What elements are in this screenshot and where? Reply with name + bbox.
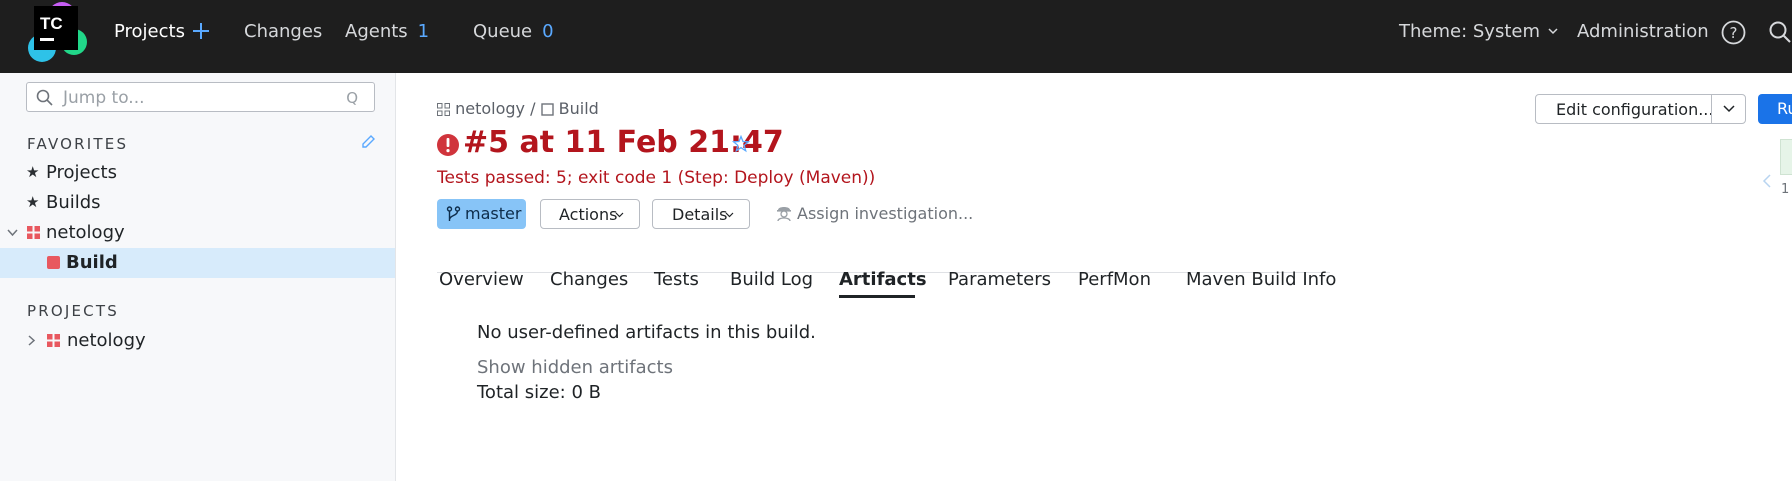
breadcrumb: netology / Build: [437, 99, 599, 118]
error-icon: [437, 134, 459, 156]
jump-to-placeholder: Jump to...: [63, 88, 145, 108]
nav-agents[interactable]: Agents 1: [345, 21, 429, 42]
build-time-mini-chart[interactable]: [1780, 139, 1792, 175]
chevron-left-icon[interactable]: [1762, 174, 1772, 188]
tab-build-log[interactable]: Build Log: [730, 269, 813, 290]
tab-tests[interactable]: Tests: [654, 269, 699, 290]
edit-configuration-button[interactable]: Edit configuration...: [1535, 94, 1714, 124]
details-label: Details: [672, 205, 728, 224]
run-button[interactable]: Ru: [1758, 94, 1792, 124]
nav-queue-label: Queue: [473, 21, 533, 42]
chevron-down-icon: [725, 212, 734, 218]
build-config-icon: [47, 256, 60, 269]
theme-selector[interactable]: Theme: System: [1399, 21, 1558, 42]
breadcrumb-separator: /: [530, 99, 536, 118]
tab-perfmon[interactable]: PerfMon: [1078, 269, 1151, 290]
project-icon: [47, 334, 60, 347]
tab-changes[interactable]: Changes: [550, 269, 628, 290]
projects-title: PROJECTS: [27, 302, 119, 320]
edit-configuration-label: Edit configuration...: [1556, 100, 1714, 119]
artifacts-total-size: Total size: 0 B: [477, 382, 601, 403]
tab-artifacts[interactable]: Artifacts: [839, 269, 927, 290]
jump-to-search-input[interactable]: Jump to... Q: [26, 82, 375, 112]
branch-badge[interactable]: master: [437, 199, 526, 229]
nav-projects[interactable]: Projects: [114, 21, 185, 42]
search-icon: [36, 89, 53, 106]
teamcity-logo[interactable]: TC: [26, 2, 88, 64]
nav-changes[interactable]: Changes: [244, 21, 322, 42]
sidebar-item-label: Build: [66, 252, 118, 273]
nav-changes-label: Changes: [244, 21, 323, 42]
help-icon[interactable]: ?: [1721, 20, 1746, 45]
branch-label: master: [465, 204, 522, 223]
investigator-icon: [777, 207, 791, 222]
chevron-down-icon: [1548, 28, 1558, 35]
show-hidden-artifacts-link[interactable]: Show hidden artifacts: [477, 357, 673, 378]
chevron-down-icon[interactable]: [6, 226, 19, 239]
main-content: netology / Build #5 at 11 Feb 21:47 Test…: [397, 73, 1792, 481]
sidebar-item-netology[interactable]: netology: [0, 218, 395, 248]
tab-overview[interactable]: Overview: [439, 269, 524, 290]
tab-parameters[interactable]: Parameters: [948, 269, 1051, 290]
sidebar-item-build[interactable]: Build: [0, 248, 395, 278]
sidebar-item-builds[interactable]: ★ Builds: [0, 188, 395, 218]
theme-label: Theme: System: [1399, 21, 1540, 42]
breadcrumb-build-link[interactable]: Build: [559, 99, 599, 118]
search-icon[interactable]: [1768, 20, 1792, 44]
sidebar-item-netology-project[interactable]: netology: [0, 326, 395, 356]
favorites-title: FAVORITES: [27, 135, 129, 153]
svg-text:?: ?: [1730, 24, 1738, 42]
favorite-star-icon[interactable]: [732, 135, 750, 153]
jump-shortcut-hint: Q: [346, 89, 358, 107]
star-icon: ★: [26, 193, 40, 211]
sidebar-item-label: netology: [67, 330, 146, 351]
nav-agents-label: Agents: [345, 21, 408, 42]
tab-maven-build-info[interactable]: Maven Build Info: [1186, 269, 1336, 290]
nav-administration[interactable]: Administration: [1577, 21, 1709, 42]
mini-chart-value: 1: [1781, 182, 1790, 197]
chevron-down-icon: [615, 212, 624, 218]
sidebar-item-projects[interactable]: ★ Projects: [0, 158, 395, 188]
branch-icon: [446, 206, 461, 221]
run-label: Ru: [1777, 99, 1792, 118]
chevron-right-icon[interactable]: [25, 334, 38, 347]
nav-queue[interactable]: Queue 0: [473, 21, 554, 42]
edit-pencil-icon[interactable]: [360, 133, 377, 150]
sidebar-item-label: netology: [46, 222, 125, 243]
actions-label: Actions: [559, 205, 618, 224]
assign-investigation-label: Assign investigation...: [797, 204, 974, 223]
nav-projects-label: Projects: [114, 21, 185, 42]
artifacts-empty-message: No user-defined artifacts in this build.: [477, 322, 816, 343]
edit-configuration-dropdown[interactable]: [1711, 94, 1746, 124]
sidebar-item-label: Builds: [46, 192, 101, 213]
project-icon: [27, 226, 40, 239]
top-navigation-bar: TC Projects Changes Agents 1 Queue 0 Theme…: [0, 0, 1792, 73]
chevron-down-icon: [1723, 105, 1735, 113]
queue-count: 0: [542, 21, 554, 42]
sidebar: Jump to... Q FAVORITES ★ Projects ★ Buil…: [0, 73, 396, 481]
project-icon: [437, 103, 450, 116]
plus-icon[interactable]: [190, 20, 212, 42]
logo-text: TC: [40, 14, 63, 33]
star-icon: ★: [26, 163, 40, 181]
details-button[interactable]: Details: [652, 199, 750, 229]
active-tab-indicator: [839, 295, 915, 298]
sidebar-item-label: Projects: [46, 162, 117, 183]
administration-label: Administration: [1577, 21, 1709, 42]
build-status-text: Tests passed: 5; exit code 1 (Step: Depl…: [437, 168, 876, 188]
build-config-icon: [540, 103, 554, 116]
assign-investigation-link[interactable]: Assign investigation...: [797, 204, 973, 223]
actions-button[interactable]: Actions: [540, 199, 640, 229]
breadcrumb-project-link[interactable]: netology: [455, 99, 525, 118]
agents-count: 1: [417, 21, 430, 42]
